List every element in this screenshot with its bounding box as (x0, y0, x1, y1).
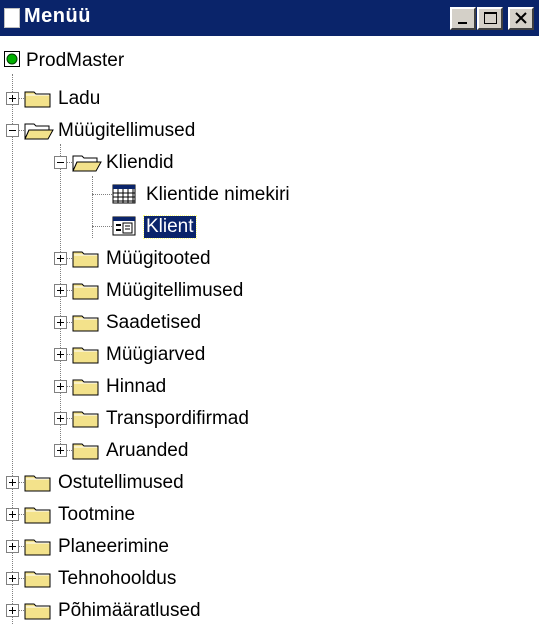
folder-open-icon (72, 152, 102, 177)
expand-icon[interactable] (54, 348, 67, 361)
tree-item-label: Hinnad (106, 376, 167, 397)
tree-item-label: Saadetised (106, 312, 202, 333)
expand-icon[interactable] (54, 444, 67, 457)
tree-item-label: Tehnohooldus (58, 568, 177, 589)
tree-item-label: Ostutellimused (58, 472, 184, 493)
expand-icon[interactable] (6, 572, 19, 585)
folder-closed-icon (24, 504, 52, 529)
folder-closed-icon (72, 312, 100, 337)
form-icon (112, 216, 136, 241)
close-button[interactable] (508, 7, 534, 30)
folder-closed-icon (24, 536, 52, 561)
folder-closed-icon (24, 472, 52, 497)
expand-icon[interactable] (54, 284, 67, 297)
tree-item-label: Kliendid (106, 152, 174, 173)
tree-item[interactable]: Müügitellimused (0, 276, 400, 306)
expand-icon[interactable] (6, 540, 19, 553)
folder-closed-icon (72, 440, 100, 465)
collapse-icon[interactable] (6, 124, 19, 137)
folder-closed-icon (72, 376, 100, 401)
tree-item[interactable]: Hinnad (0, 372, 400, 402)
tree-item-label: Müügitellimused (106, 280, 244, 301)
window-title: Menüü (24, 5, 91, 27)
expand-icon[interactable] (6, 92, 19, 105)
folder-closed-icon (72, 248, 100, 273)
tree-line (92, 194, 112, 195)
green-circle-icon (4, 51, 20, 67)
tree-item-label: Põhimääratlused (58, 600, 201, 621)
tree-item-label: Aruanded (106, 440, 189, 461)
tree-item[interactable]: Tehnohooldus (0, 564, 400, 594)
tree-item[interactable]: Ladu (0, 84, 400, 114)
collapse-icon[interactable] (54, 156, 67, 169)
folder-closed-icon (24, 568, 52, 593)
tree-item[interactable]: Põhimääratlused (0, 596, 400, 626)
tree-item[interactable]: Müügitooted (0, 244, 400, 274)
folder-closed-icon (72, 280, 100, 305)
tree-item-label: Müügitooted (106, 248, 211, 269)
tree-item[interactable]: Müügiarved (0, 340, 400, 370)
tree-root-label: ProdMaster (26, 50, 125, 71)
minimize-icon (458, 22, 467, 24)
expand-icon[interactable] (54, 412, 67, 425)
expand-icon[interactable] (54, 316, 67, 329)
expand-icon[interactable] (6, 508, 19, 521)
folder-closed-icon (24, 88, 52, 113)
tree-item-label: Tootmine (58, 504, 136, 525)
folder-closed-icon (72, 344, 100, 369)
window-icon (4, 8, 20, 28)
tree-line (92, 226, 112, 227)
folder-closed-icon (24, 600, 52, 625)
tree-item-label: Müügitellimused (58, 120, 196, 141)
expand-icon[interactable] (54, 380, 67, 393)
maximize-button[interactable] (477, 7, 503, 30)
maximize-icon (484, 12, 497, 24)
tree-item[interactable]: Transpordifirmad (0, 404, 400, 434)
menu-tree: ProdMaster Ladu Müügitellimused Kliendid Kl… (0, 36, 539, 628)
tree-item[interactable]: Klient (0, 212, 400, 242)
expand-icon[interactable] (54, 252, 67, 265)
folder-closed-icon (72, 408, 100, 433)
folder-open-icon (24, 120, 54, 145)
expand-icon[interactable] (6, 604, 19, 617)
tree-item[interactable]: Aruanded (0, 436, 400, 466)
tree-item[interactable]: Saadetised (0, 308, 400, 338)
tree-item[interactable]: Ostutellimused (0, 468, 400, 498)
minimize-button[interactable] (450, 7, 476, 30)
tree-item-label: Klient (143, 215, 197, 239)
title-bar: Menüü (0, 0, 539, 36)
tree-item-label: Planeerimine (58, 536, 169, 557)
tree-item-label: Ladu (58, 88, 101, 109)
tree-item-label: Transpordifirmad (106, 408, 249, 429)
tree-item[interactable]: Müügitellimused (0, 116, 400, 146)
tree-root[interactable]: ProdMaster (0, 48, 300, 78)
table-grid-icon (112, 184, 136, 209)
tree-item[interactable]: Planeerimine (0, 532, 400, 562)
tree-item-label: Klientide nimekiri (146, 184, 290, 205)
close-icon (515, 12, 527, 24)
tree-item[interactable]: Klientide nimekiri (0, 180, 400, 210)
expand-icon[interactable] (6, 476, 19, 489)
tree-item[interactable]: Kliendid (0, 148, 400, 178)
tree-item-label: Müügiarved (106, 344, 206, 365)
tree-item[interactable]: Tootmine (0, 500, 400, 530)
